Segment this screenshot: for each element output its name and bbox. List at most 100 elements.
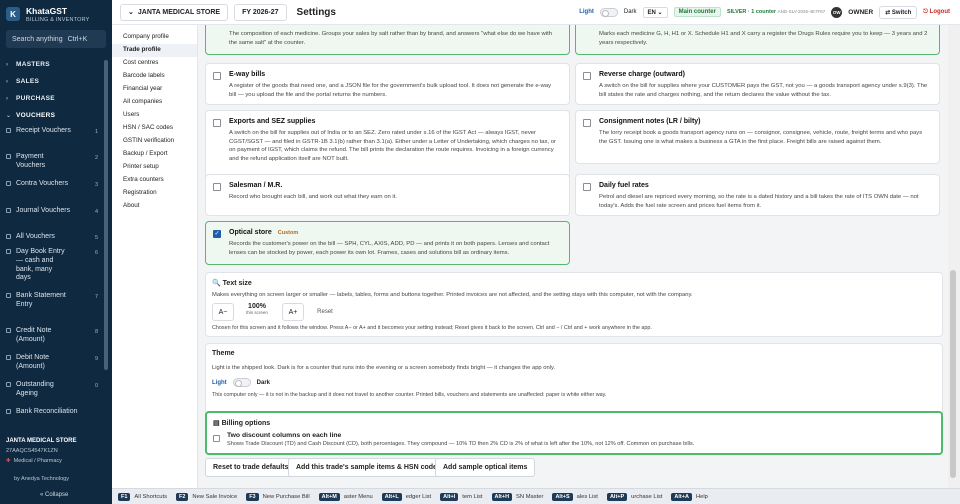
- shortcut-key[interactable]: Alt+M: [318, 492, 340, 501]
- sidebar-item-outstanding[interactable]: Outstanding Ageing 0: [0, 378, 102, 405]
- feature-card-consignment[interactable]: Consignment notes (LR / bilty) The lorry…: [575, 110, 940, 164]
- section-trade-profile[interactable]: Trade profile: [112, 44, 197, 57]
- add-optical-items-button[interactable]: Add sample optical items: [435, 458, 536, 477]
- feature-checkbox[interactable]: [213, 119, 221, 127]
- page-title: Settings: [296, 6, 336, 18]
- feature-card-optical[interactable]: ✓ Optical store Custom Records the custom…: [205, 221, 570, 265]
- text-larger-button[interactable]: A+: [282, 303, 304, 321]
- feature-card-eway[interactable]: E-way bills A register of the goods that…: [205, 63, 570, 105]
- sidebar-item-day-book[interactable]: Day Book Entry — cash and bank, many day…: [0, 245, 102, 289]
- feature-checkbox[interactable]: [583, 119, 591, 127]
- feature-card-salesman[interactable]: Salesman / M.R. Record who brought each …: [205, 174, 570, 216]
- nav-item-shortcut: 9: [94, 356, 98, 362]
- section-backup-export[interactable]: Backup / Export: [112, 148, 197, 161]
- sidebar-scrollbar[interactable]: [104, 60, 108, 370]
- shortcut-key[interactable]: F2: [175, 492, 189, 501]
- feature-checkbox[interactable]: [583, 183, 591, 191]
- feature-card-schedule[interactable]: Marks each medicine G, H, H1 or X. Sched…: [575, 25, 940, 55]
- feature-card-reverse-charge[interactable]: Reverse charge (outward) A switch on the…: [575, 63, 940, 105]
- shortcut-key[interactable]: Alt+A: [671, 492, 692, 501]
- sidebar-item-all-vouchers[interactable]: All Vouchers 5: [0, 230, 102, 245]
- sidebar-item-credit-note[interactable]: Credit Note (Amount) 8: [0, 324, 102, 351]
- feature-desc: The lorry receipt book a goods transport…: [599, 130, 923, 145]
- section-users[interactable]: Users: [112, 109, 197, 122]
- sidebar-item-bank-reco[interactable]: Bank Reconciliation: [0, 405, 102, 420]
- section-gstin-verification[interactable]: GSTIN verification: [112, 135, 197, 148]
- nav-group-vouchers[interactable]: ⌄ VOUCHERS: [0, 107, 102, 124]
- nav-item-shortcut: 2: [94, 155, 98, 161]
- collapse-button[interactable]: « Collapse: [40, 492, 68, 498]
- section-extra-counters[interactable]: Extra counters: [112, 174, 197, 187]
- section-company-profile[interactable]: Company profile: [112, 31, 197, 44]
- shortcut-key[interactable]: F3: [246, 492, 259, 501]
- shortcut-key[interactable]: Alt+H: [491, 492, 513, 501]
- section-cost-centres[interactable]: Cost centres: [112, 57, 197, 70]
- add-sample-items-button[interactable]: Add this trade's sample items & HSN code…: [288, 458, 449, 477]
- sidebar-item-debit-note[interactable]: Debit Note (Amount) 9: [0, 351, 102, 378]
- feature-checkbox-checked[interactable]: ✓: [213, 230, 221, 238]
- nav-group-masters[interactable]: › MASTERS: [0, 56, 102, 73]
- main-scrollbar-thumb[interactable]: [950, 270, 956, 478]
- avatar[interactable]: OW: [831, 6, 843, 18]
- text-size-reset-button[interactable]: Reset: [310, 303, 340, 321]
- fy-selector[interactable]: FY 2026-27: [234, 3, 287, 21]
- feature-checkbox[interactable]: [213, 183, 221, 191]
- section-printer-setup[interactable]: Printer setup: [112, 161, 197, 174]
- nav-item-shortcut: 4: [94, 209, 98, 215]
- theme-panel-toggle[interactable]: [232, 378, 251, 387]
- chevron-down-icon: ⌄: [128, 9, 134, 16]
- search-input[interactable]: Search anything Ctrl+K: [6, 30, 106, 48]
- reset-trade-defaults-button[interactable]: Reset to trade defaults: [205, 458, 297, 477]
- feature-desc: A register of the goods that need one, a…: [229, 83, 552, 98]
- custom-tag: Custom: [277, 230, 299, 236]
- sidebar-item-receipt[interactable]: Receipt Vouchers 1: [0, 124, 102, 150]
- nav-group-label: MASTERS: [16, 61, 50, 68]
- shortcut-label: ales List: [576, 493, 598, 500]
- shortcut-key[interactable]: Alt+I: [440, 492, 459, 501]
- nav-group-label: PURCHASE: [16, 95, 55, 102]
- shortcut-key[interactable]: Alt+L: [381, 492, 402, 501]
- nav-group-sales[interactable]: › SALES: [0, 73, 102, 90]
- shortcut-label: edger List: [405, 493, 432, 500]
- shortcut-key[interactable]: Alt+P: [606, 492, 628, 501]
- main-scrollbar[interactable]: [948, 25, 960, 488]
- nav-group-purchase[interactable]: › PURCHASE: [0, 90, 102, 107]
- shortcut-key[interactable]: F1: [118, 492, 131, 501]
- section-hsn-sac[interactable]: HSN / SAC codes: [112, 122, 197, 135]
- logout-button[interactable]: ⎋ Logout: [923, 9, 950, 16]
- counter-badge: Main counter: [673, 7, 721, 17]
- section-about[interactable]: About: [112, 200, 197, 213]
- two-discount-checkbox[interactable]: [213, 435, 220, 442]
- sidebar-item-bank-statement[interactable]: Bank Statement Entry 7: [0, 289, 102, 324]
- section-registration[interactable]: Registration: [112, 187, 197, 200]
- switch-user-button[interactable]: ⇄ Switch: [879, 5, 918, 19]
- text-size-title: Text size: [222, 280, 252, 287]
- feature-card-salt[interactable]: The composition of each medicine. Groups…: [205, 25, 570, 55]
- language-select[interactable]: EN ⌄: [642, 6, 668, 18]
- text-size-icon: 🔍: [212, 280, 221, 287]
- shortcut-key[interactable]: Alt+S: [552, 492, 573, 501]
- feature-card-fuel-rates[interactable]: Daily fuel rates Petrol and diesel are r…: [575, 174, 940, 216]
- section-barcode-labels[interactable]: Barcode labels: [112, 70, 197, 83]
- sidebar-item-payment[interactable]: Payment Vouchers 2: [0, 150, 102, 177]
- nav-item-label: Bank Reconciliation: [16, 408, 78, 415]
- shortcut-label: aster Menu: [343, 493, 373, 500]
- company-switcher[interactable]: ⌄ JANTA MEDICAL STORE: [120, 3, 229, 21]
- text-size-panel: 🔍 Text size Makes everything on screen l…: [205, 272, 943, 337]
- sidebar-item-journal[interactable]: Journal Vouchers 4: [0, 204, 102, 230]
- logout-icon: ⎋: [923, 8, 928, 15]
- voucher-icon: [6, 409, 11, 414]
- section-financial-year[interactable]: Financial year: [112, 83, 197, 96]
- section-all-companies[interactable]: All companies: [112, 96, 197, 109]
- theme-toggle[interactable]: [599, 7, 618, 17]
- text-size-title-row: 🔍 Text size: [212, 279, 252, 287]
- feature-title: E-way bills: [229, 71, 266, 78]
- feature-checkbox[interactable]: [213, 72, 221, 80]
- sidebar-item-contra[interactable]: Contra Vouchers 3: [0, 177, 102, 204]
- shortcut-label: tem List: [462, 493, 483, 500]
- feature-title: Optical store: [229, 229, 272, 236]
- nav-item-shortcut: 6: [94, 250, 98, 256]
- nav-item-label: Day Book Entry — cash and bank, many day…: [16, 248, 65, 282]
- feature-checkbox[interactable]: [583, 72, 591, 80]
- text-smaller-button[interactable]: A−: [212, 303, 234, 321]
